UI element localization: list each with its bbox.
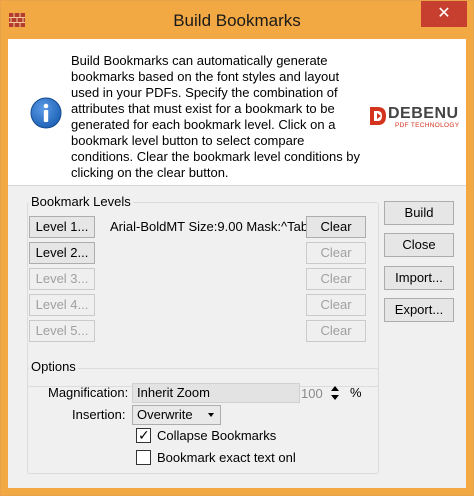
- level-3-clear-button[interactable]: Clear: [306, 268, 366, 290]
- level-1-button[interactable]: Level 1...: [29, 216, 95, 238]
- chevron-down-icon: [208, 413, 214, 417]
- debenu-logo: DEBENU PDF TECHNOLOGY: [368, 105, 460, 133]
- export-button[interactable]: Export...: [384, 298, 454, 322]
- collapse-bookmarks-label[interactable]: Collapse Bookmarks: [157, 428, 276, 443]
- logo-tagline: PDF TECHNOLOGY: [395, 122, 460, 129]
- level-1-condition: Arial-BoldMT Size:9.00 Mask:^Tabl: [110, 219, 306, 234]
- build-bookmarks-dialog: Build Bookmarks ✕ Build Bookmarks can au…: [0, 0, 474, 496]
- insertion-select[interactable]: Overwrite: [132, 405, 221, 425]
- zoom-value[interactable]: 100: [301, 386, 323, 401]
- zoom-spinner-icon[interactable]: [330, 384, 340, 402]
- window-title: Build Bookmarks: [173, 11, 301, 30]
- level-1-clear-button[interactable]: Clear: [306, 216, 366, 238]
- info-panel: Build Bookmarks can automatically genera…: [8, 39, 466, 186]
- info-description: Build Bookmarks can automatically genera…: [71, 53, 361, 180]
- level-4-clear-button[interactable]: Clear: [306, 294, 366, 316]
- insertion-value: Overwrite: [137, 407, 193, 422]
- import-button[interactable]: Import...: [384, 266, 454, 290]
- info-icon: [30, 97, 62, 129]
- bookmark-levels-label: Bookmark Levels: [29, 194, 133, 209]
- title-bar[interactable]: Build Bookmarks ✕: [1, 1, 473, 38]
- close-icon: ✕: [437, 5, 451, 22]
- level-2-clear-button[interactable]: Clear: [306, 242, 366, 264]
- close-window-button[interactable]: ✕: [421, 1, 467, 27]
- insertion-label: Insertion:: [72, 407, 126, 422]
- dialog-body: Build Bookmarks can automatically genera…: [8, 39, 466, 488]
- magnification-input[interactable]: Inherit Zoom: [132, 383, 300, 403]
- level-4-button[interactable]: Level 4...: [29, 294, 95, 316]
- magnification-label: Magnification:: [48, 385, 129, 400]
- checkmark-icon: ✓: [138, 427, 150, 443]
- level-2-button[interactable]: Level 2...: [29, 242, 95, 264]
- exact-text-label[interactable]: Bookmark exact text onl: [157, 450, 296, 465]
- build-button[interactable]: Build: [384, 201, 454, 225]
- zoom-unit: %: [350, 385, 362, 400]
- options-label: Options: [29, 359, 78, 374]
- level-5-clear-button[interactable]: Clear: [306, 320, 366, 342]
- close-button[interactable]: Close: [384, 233, 454, 257]
- debenu-logo-mark-icon: [370, 107, 386, 125]
- logo-word: DEBENU: [388, 105, 459, 122]
- exact-text-checkbox[interactable]: [136, 450, 151, 465]
- collapse-bookmarks-checkbox[interactable]: ✓: [136, 427, 151, 443]
- level-3-button[interactable]: Level 3...: [29, 268, 95, 290]
- level-5-button[interactable]: Level 5...: [29, 320, 95, 342]
